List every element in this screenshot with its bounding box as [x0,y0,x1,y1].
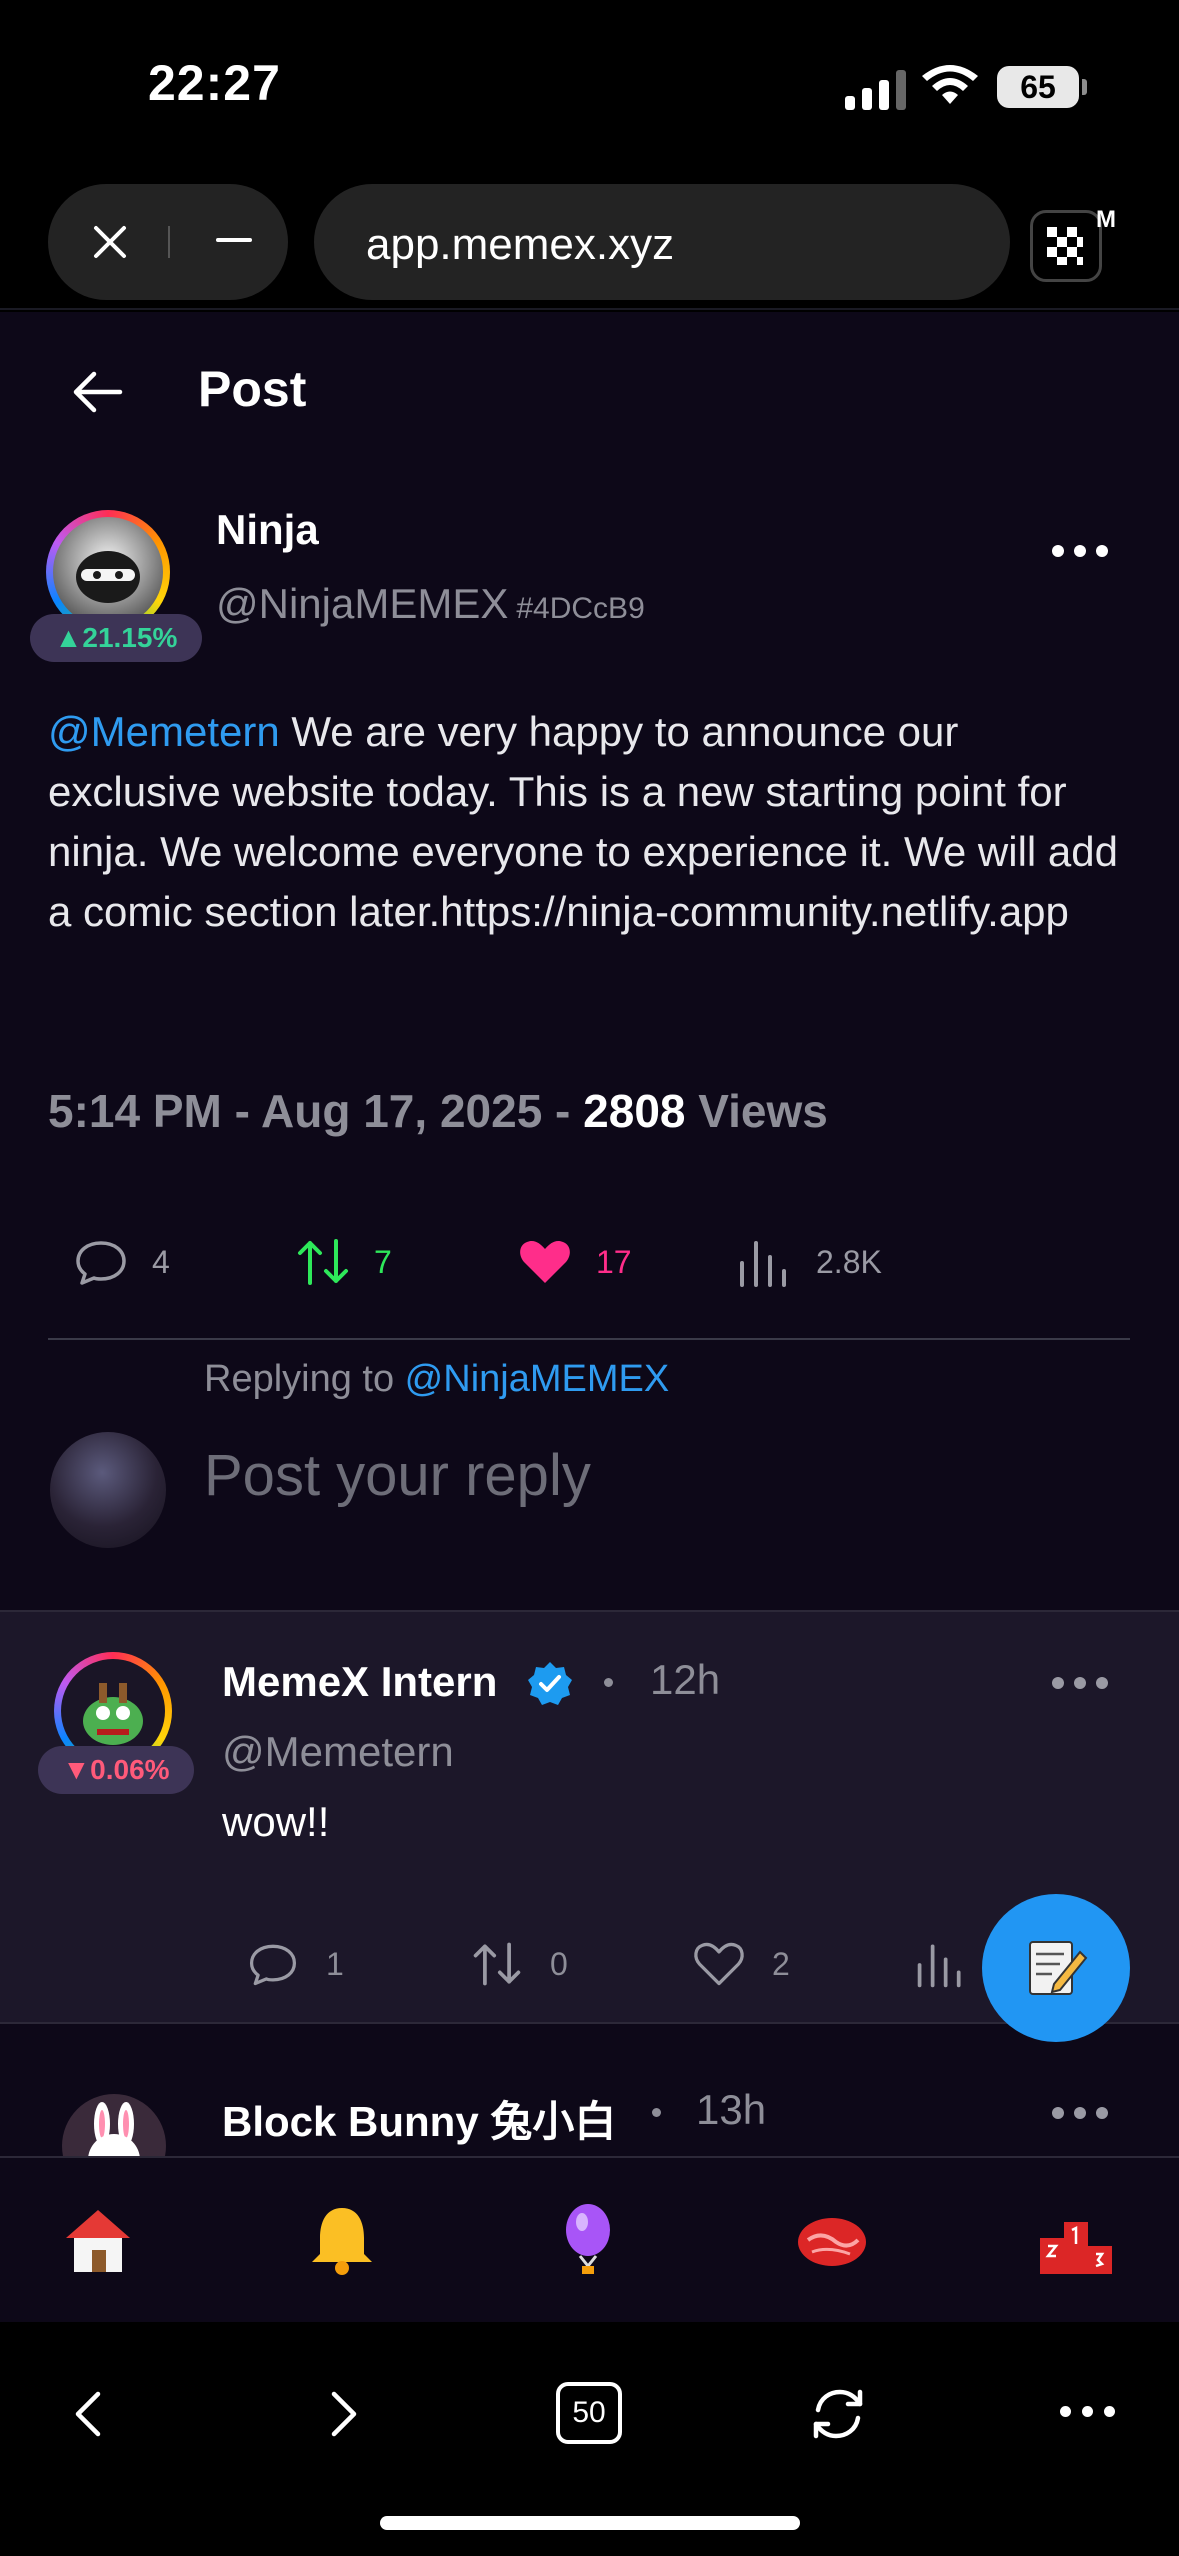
comment-icon [249,1944,297,1986]
status-time: 22:27 [148,55,281,111]
post-page: Post ▲21.15% Ninja @NinjaMEMEX #4DCcB9 @M… [0,312,1179,2166]
reply-input[interactable]: Post your reply [204,1442,591,1509]
close-icon[interactable] [86,218,134,266]
post-meta: 5:14 PM - Aug 17, 2025 - 2808 Views [48,1084,828,1138]
replying-prefix: Replying to [204,1358,405,1400]
views-stat: 2.8K [816,1243,882,1280]
bar-chart-icon [740,1241,786,1287]
commenter-handle[interactable]: @Memetern [222,1728,454,1776]
comment-time: 12h [650,1656,721,1703]
more-options-icon[interactable] [1050,1672,1110,1692]
bar-chart-icon [917,1944,961,1988]
window-controls [48,184,288,300]
post-text: @Memetern We are very happy to announce … [48,702,1138,942]
comment-like-button[interactable]: 2 [692,1934,790,1994]
author-name[interactable]: Ninja [216,506,319,554]
repost-count: 7 [374,1243,392,1280]
memo-pencil-icon [1029,1941,1088,1995]
status-bar: 22:27 65 [0,0,1179,170]
home-icon[interactable] [58,2200,138,2280]
reply-count: 4 [152,1243,170,1280]
repost-icon [473,1942,521,1986]
browser-bottom-bar: 50 [0,2322,1179,2556]
comment-item[interactable]: Block Bunny 兔小白 13h [0,2056,1179,2166]
comment-like-count: 2 [772,1945,790,1982]
extension-badge: M [1096,206,1116,233]
comment-views-button[interactable] [914,1934,968,1994]
app-bottom-nav [0,2156,1179,2322]
divider [48,1338,1130,1340]
repost-icon [298,1239,348,1285]
price-change-badge: ▼0.06% [38,1746,194,1794]
balloon-icon[interactable] [548,2200,628,2280]
back-arrow-icon[interactable] [68,362,128,422]
views-count: 2808 [583,1085,686,1137]
commenter-name[interactable]: Block Bunny 兔小白 [222,2088,616,2149]
post-timestamp: 5:14 PM - Aug 17, 2025 - [48,1085,584,1137]
heart-outline-icon [694,1942,744,1986]
reply-button[interactable]: 4 [72,1222,170,1302]
podium-icon[interactable] [1036,2200,1116,2280]
comment-time: 13h [696,2086,767,2133]
heart-filled-icon [520,1240,570,1283]
home-indicator [380,2516,800,2530]
divider [168,226,170,258]
more-options-icon[interactable] [1060,2402,1120,2422]
commenter-name[interactable]: MemeX Intern [222,1658,497,1706]
battery-indicator: 65 [997,66,1087,108]
meat-icon[interactable] [792,2200,872,2280]
extension-button[interactable] [1030,210,1102,282]
post-actions: 4 7 17 2.8K [0,1222,1179,1302]
views-label: Views [685,1085,828,1137]
replying-handle[interactable]: @NinjaMEMEX [405,1358,670,1400]
price-change-badge: ▲21.15% [30,614,202,662]
compose-button[interactable] [982,1894,1130,2042]
author-handle-text: @NinjaMEMEX [216,580,509,627]
wifi-icon [922,65,978,104]
bell-icon[interactable] [302,2200,382,2280]
separator-dot [604,1678,613,1687]
ninja-avatar-image [53,517,163,627]
verified-icon [528,1662,572,1705]
more-options-icon[interactable] [1050,2102,1110,2122]
url-text: app.memex.xyz [366,220,675,269]
refresh-icon[interactable] [808,2384,868,2444]
address-bar[interactable]: app.memex.xyz [314,184,1010,300]
comment-repost-count: 0 [550,1945,568,1982]
minimize-icon[interactable] [210,216,258,264]
author-handle[interactable]: @NinjaMEMEX #4DCcB9 [216,580,645,628]
comment-repost-button[interactable]: 0 [470,1934,568,1994]
forward-chevron-icon[interactable] [312,2384,372,2444]
page-title: Post [198,361,307,417]
tabs-button[interactable]: 50 [556,2382,622,2444]
like-count: 17 [596,1243,632,1280]
author-id: #4DCcB9 [516,592,645,625]
signal-icon [845,70,907,110]
views-button[interactable]: 2.8K [736,1222,882,1302]
qr-grid-icon [1047,227,1083,265]
back-chevron-icon[interactable] [60,2384,120,2444]
mention-link[interactable]: @Memetern [48,708,280,755]
separator-dot [652,2108,661,2117]
like-button[interactable]: 17 [516,1222,632,1302]
current-user-avatar [50,1432,166,1548]
comment-icon [76,1241,126,1285]
comment-reply-button[interactable]: 1 [246,1934,344,1994]
browser-toolbar: app.memex.xyz M [0,170,1179,310]
page-header: Post [0,312,1179,472]
more-options-icon[interactable] [1050,540,1110,560]
repost-button[interactable]: 7 [294,1222,392,1302]
replying-to: Replying to @NinjaMEMEX [204,1358,669,1401]
comment-reply-count: 1 [326,1945,344,1982]
comment-text: wow!! [222,1798,330,1845]
